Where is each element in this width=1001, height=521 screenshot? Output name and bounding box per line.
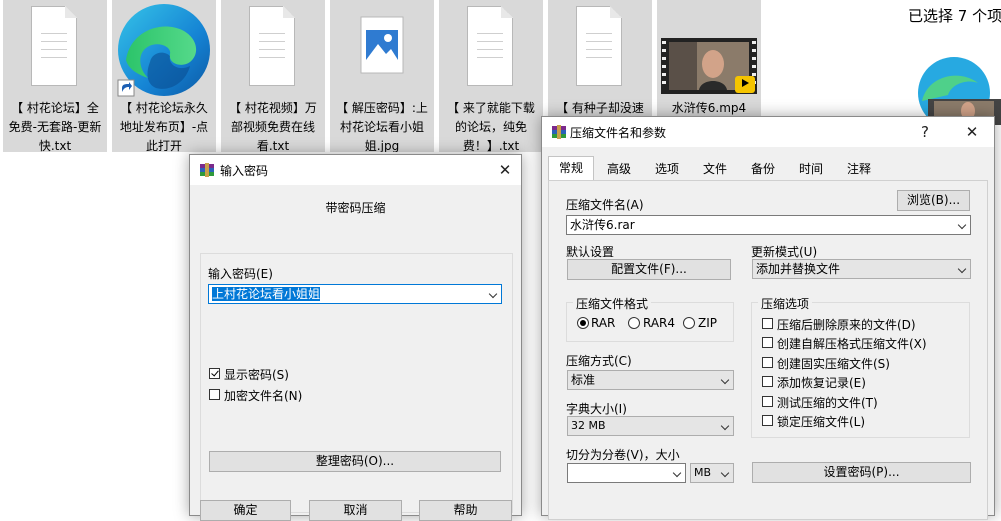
winrar-icon (552, 125, 566, 139)
split-size-input[interactable] (567, 463, 686, 483)
chevron-down-icon (720, 468, 730, 478)
winrar-icon (200, 163, 214, 177)
selection-status: 已选择 7 个项 (908, 7, 1001, 25)
format-rar-label: RAR (591, 316, 616, 330)
format-zip-label: ZIP (698, 316, 717, 330)
profiles-button[interactable]: 配置文件(F)... (567, 259, 731, 280)
dialog-heading: 带密码压缩 (325, 201, 386, 215)
show-password-label: 显示密码(S) (224, 368, 289, 382)
option-delete-after-checkbox[interactable] (762, 318, 773, 329)
dictionary-label: 字典大小(I) (566, 402, 627, 416)
option-sfx-checkbox[interactable] (762, 337, 773, 348)
option-label: 压缩后删除原来的文件(D) (777, 318, 916, 332)
update-mode-value: 添加并替换文件 (756, 262, 841, 276)
radio-zip[interactable] (683, 317, 695, 329)
text-file-icon (467, 6, 513, 86)
tab-options[interactable]: 选项 (644, 158, 690, 180)
password-input[interactable]: 上村花论坛看小姐姐 (208, 284, 502, 304)
chevron-down-icon (720, 421, 730, 431)
encrypt-names-checkbox[interactable] (209, 389, 220, 400)
option-label: 添加恢复记录(E) (777, 376, 866, 390)
password-dialog-titlebar: 输入密码 ✕ (190, 155, 521, 185)
archive-name-combo[interactable]: 水浒传6.rar (566, 215, 971, 235)
video-thumbnail-icon (661, 38, 757, 94)
options-group-title: 压缩选项 (758, 295, 813, 312)
option-label: 锁定压缩文件(L) (777, 415, 866, 429)
chevron-down-icon (720, 375, 730, 385)
radio-rar4[interactable] (628, 317, 640, 329)
archive-name-label: 压缩文件名(A) (566, 198, 644, 212)
file-name: 【 村花论坛永久地址发布页】-点此打开 (119, 101, 209, 152)
split-label: 切分为分卷(V)，大小 (566, 448, 680, 462)
tab-backup[interactable]: 备份 (740, 158, 786, 180)
file-name: 【 解压密码】:上村花论坛看小姐姐.jpg (336, 101, 428, 152)
set-password-button[interactable]: 设置密码(P)... (752, 462, 971, 483)
archive-dialog: 压缩文件名和参数 ? ✕ 常规 高级 选项 文件 备份 时间 注释 压缩文件名(… (541, 116, 995, 520)
tab-time[interactable]: 时间 (788, 158, 834, 180)
password-value: 上村花论坛看小姐姐 (212, 287, 321, 301)
file-tile[interactable]: 【 村花论坛】全免费-无套路-更新快.txt (3, 0, 107, 152)
text-file-icon (249, 6, 295, 86)
image-file-icon (360, 16, 404, 74)
file-tile[interactable]: 【 来了就能下载的论坛，纯免费！】.txt (439, 0, 543, 152)
archive-dialog-titlebar: 压缩文件名和参数 ? ✕ (542, 117, 994, 147)
format-group-title: 压缩文件格式 (573, 295, 652, 312)
file-name: 【 来了就能下载的论坛，纯免费！】.txt (447, 101, 535, 152)
help-icon[interactable]: ? (913, 121, 937, 143)
password-dialog: 输入密码 ✕ 带密码压缩 输入密码(E) 上村花论坛看小姐姐 显示密码(S) 加… (189, 154, 522, 521)
preview-thumbnail-icon (918, 57, 1001, 125)
close-icon[interactable]: ✕ (493, 159, 517, 181)
archive-name-value: 水浒传6.rar (570, 218, 635, 232)
option-test-checkbox[interactable] (762, 396, 773, 407)
update-mode-label: 更新模式(U) (751, 245, 818, 259)
dictionary-value: 32 MB (571, 419, 606, 432)
tab-advanced[interactable]: 高级 (596, 158, 642, 180)
default-settings-label: 默认设置 (566, 245, 615, 259)
chevron-down-icon (488, 289, 498, 299)
chevron-down-icon (672, 468, 682, 478)
archive-dialog-title: 压缩文件名和参数 (570, 126, 667, 140)
option-solid-checkbox[interactable] (762, 357, 773, 368)
tab-comment[interactable]: 注释 (836, 158, 882, 180)
browse-button[interactable]: 浏览(B)... (897, 190, 970, 211)
update-mode-select[interactable]: 添加并替换文件 (752, 259, 971, 279)
text-file-icon (31, 6, 77, 86)
file-tile[interactable]: 【 解压密码】:上村花论坛看小姐姐.jpg (330, 0, 434, 152)
dictionary-select[interactable]: 32 MB (567, 416, 734, 436)
option-recovery-checkbox[interactable] (762, 376, 773, 387)
option-label: 创建自解压格式压缩文件(X) (777, 337, 927, 351)
edge-shortcut-icon (117, 4, 210, 97)
password-dialog-title: 输入密码 (220, 164, 269, 178)
method-label: 压缩方式(C) (566, 354, 632, 368)
file-tile[interactable]: 【 村花视频】万部视频免费在线看.txt (221, 0, 325, 152)
option-lock-checkbox[interactable] (762, 415, 773, 426)
tab-files[interactable]: 文件 (692, 158, 738, 180)
chevron-down-icon (957, 264, 967, 274)
close-icon[interactable]: ✕ (960, 121, 984, 143)
organize-passwords-button[interactable]: 整理密码(O)... (209, 451, 501, 472)
split-unit-select[interactable]: MB (690, 463, 734, 483)
encrypt-names-label: 加密文件名(N) (224, 389, 303, 403)
split-unit-value: MB (694, 466, 712, 479)
format-rar4-label: RAR4 (643, 316, 676, 330)
text-file-icon (576, 6, 622, 86)
radio-rar[interactable] (577, 317, 589, 329)
file-tile[interactable]: 【 村花论坛永久地址发布页】-点此打开 (112, 0, 216, 152)
chevron-down-icon (957, 220, 967, 230)
method-value: 标准 (571, 373, 596, 387)
show-password-checkbox[interactable] (209, 368, 220, 379)
file-name: 【 村花视频】万部视频免费在线看.txt (229, 101, 317, 152)
tab-general[interactable]: 常规 (548, 156, 594, 181)
password-label: 输入密码(E) (208, 267, 273, 281)
option-label: 测试压缩的文件(T) (777, 396, 878, 410)
method-select[interactable]: 标准 (567, 370, 734, 390)
file-name: 【 村花论坛】全免费-无套路-更新快.txt (8, 101, 102, 152)
option-label: 创建固实压缩文件(S) (777, 357, 890, 371)
